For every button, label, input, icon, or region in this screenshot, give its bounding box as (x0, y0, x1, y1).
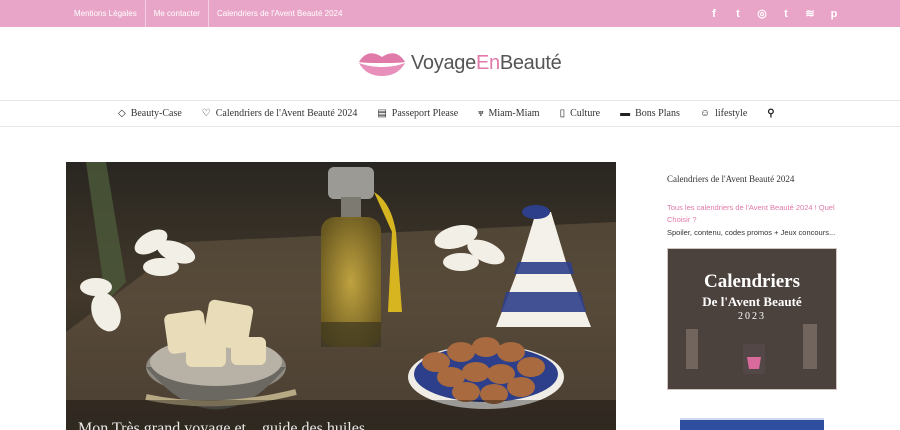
sidebar-blue-banner[interactable] (680, 418, 824, 430)
nav-label: Beauty-Case (130, 108, 182, 119)
nav-item-culture[interactable]: ▯ Culture (560, 108, 601, 119)
lips-icon (359, 53, 405, 76)
nav-item-calendriers[interactable]: ♡ Calendriers de l'Avent Beauté 2024 (202, 108, 358, 119)
logo-text: VoyageEnBeauté (411, 51, 562, 75)
ticket-icon: ▬ (620, 108, 631, 119)
search-icon: ⚲ (767, 108, 775, 119)
smiley-icon: ☺ (699, 108, 711, 119)
rss-icon[interactable]: ≋ (804, 7, 816, 20)
pinterest-icon[interactable]: p (828, 8, 840, 20)
nav-label: Culture (570, 108, 601, 119)
site-logo[interactable]: VoyageEnBeauté (357, 46, 562, 80)
advent-calendar-promo-image[interactable]: Calendriers De l'Avent Beauté 2023 (667, 248, 837, 390)
social-links: f t ◎ t ≋ p (708, 0, 840, 27)
hero-illustration (66, 162, 616, 430)
nav-label: lifestyle (715, 108, 748, 119)
bookmark-icon: ▯ (559, 108, 566, 119)
nav-search[interactable]: ⚲ (767, 108, 774, 119)
sidebar: Calendriers de l'Avent Beauté 2024 Tous … (667, 162, 837, 430)
nav-label: Bons Plans (635, 108, 680, 119)
nav-label: Passeport Please (391, 108, 459, 119)
hero-image[interactable]: Mon Très grand voyage et... guide des hu… (66, 162, 616, 430)
nav-item-bons-plans[interactable]: ▬ Bons Plans (620, 108, 680, 119)
tumblr-icon[interactable]: t (780, 8, 792, 20)
twitter-icon[interactable]: t (732, 8, 744, 20)
facebook-icon[interactable]: f (708, 8, 720, 20)
logo-part-beaute: Beauté (499, 51, 562, 74)
logo-part-en: En (475, 51, 500, 74)
sidebar-heading: Calendriers de l'Avent Beauté 2024 (667, 174, 795, 184)
instagram-icon[interactable]: ◎ (756, 7, 768, 20)
sidebar-article-desc: Spoiler, contenu, codes promos + Jeux co… (667, 228, 836, 237)
top-bar: Mentions Légales Me contacter Calendrier… (0, 0, 900, 27)
sidebar-article-link[interactable]: Tous les calendriers de l'Avent Beauté 2… (667, 202, 837, 226)
nav-item-miam-miam[interactable]: ᴪ Miam-Miam (478, 108, 539, 119)
nav-label: Calendriers de l'Avent Beauté 2024 (215, 108, 358, 119)
nav-item-lifestyle[interactable]: ☺ lifestyle (700, 108, 747, 119)
top-link-mentions[interactable]: Mentions Légales (64, 0, 146, 27)
nav-label: Miam-Miam (488, 108, 540, 119)
top-link-calendriers[interactable]: Calendriers de l'Avent Beauté 2024 (209, 0, 350, 27)
logo-part-voyage: Voyage (411, 51, 476, 74)
cutlery-icon: ᴪ (478, 108, 484, 119)
promo-title-line1: Calendriers (703, 271, 801, 292)
main-nav: ◇ Beauty-Case ♡ Calendriers de l'Avent B… (0, 100, 900, 127)
top-link-contact[interactable]: Me contacter (146, 0, 209, 27)
promo-title-line2: De l'Avent Beauté (702, 294, 802, 309)
top-links: Mentions Légales Me contacter Calendrier… (64, 0, 350, 27)
nav-item-passeport[interactable]: ▤ Passeport Please (377, 108, 458, 119)
hero-title[interactable]: Mon Très grand voyage et... guide des hu… (78, 420, 377, 430)
passport-icon: ▤ (377, 108, 387, 119)
nav-item-beauty-case[interactable]: ◇ Beauty-Case (118, 108, 182, 119)
promo-year: 2023 (738, 311, 766, 322)
diamond-icon: ◇ (118, 108, 126, 119)
heart-icon: ♡ (201, 108, 211, 119)
